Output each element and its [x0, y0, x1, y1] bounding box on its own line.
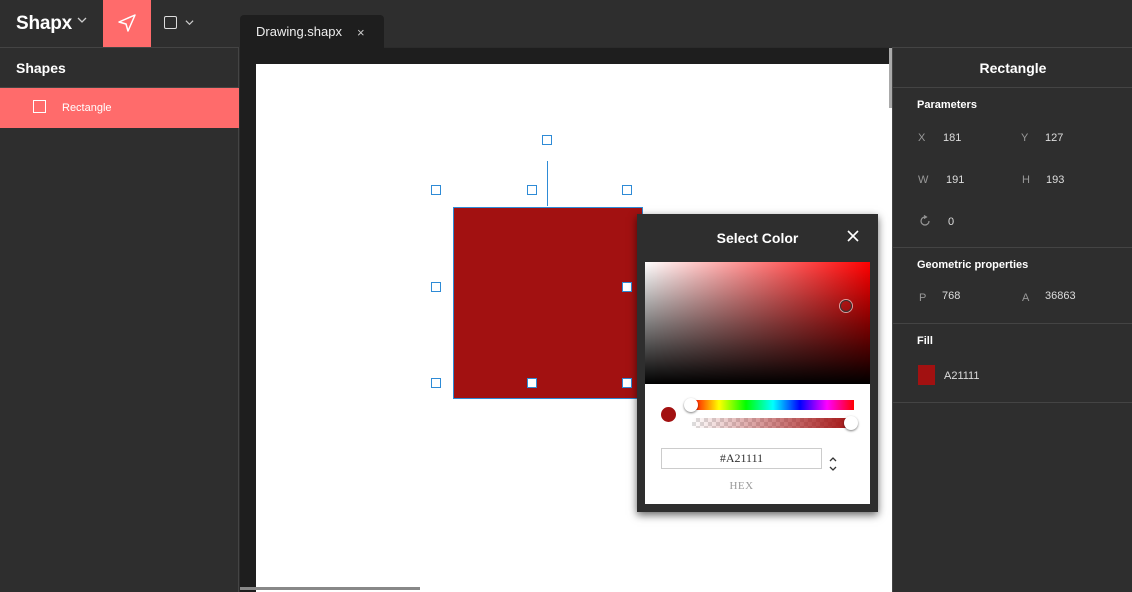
divider — [893, 402, 1132, 403]
shape-list-item-rectangle[interactable]: Rectangle — [0, 88, 239, 128]
send-icon — [118, 14, 136, 32]
resize-handle-sw[interactable] — [431, 378, 441, 388]
shapes-header: Shapes — [0, 47, 239, 88]
properties-title: Rectangle — [893, 47, 1132, 88]
fill-value[interactable]: A21111 — [944, 370, 979, 382]
y-label: Y — [1021, 132, 1029, 144]
a-label: A — [1022, 292, 1030, 304]
close-icon[interactable] — [846, 229, 860, 243]
w-value[interactable]: 191 — [946, 174, 964, 186]
geometric-title: Geometric properties — [917, 259, 1029, 271]
h-label: H — [1022, 174, 1030, 186]
color-picker-body: HEX — [645, 262, 870, 504]
resize-handle-s[interactable] — [527, 378, 537, 388]
w-label: W — [918, 174, 929, 186]
rotation-handle[interactable] — [542, 135, 552, 145]
a-value: 36863 — [1045, 290, 1076, 302]
hue-slider[interactable] — [692, 400, 854, 410]
shapes-panel: Shapes Rectangle — [0, 47, 239, 592]
x-label: X — [918, 132, 926, 144]
chevron-down-icon — [185, 20, 194, 26]
shape-tool-button[interactable] — [151, 0, 203, 47]
saturation-cursor[interactable] — [840, 300, 852, 312]
parameters-title: Parameters — [917, 99, 977, 111]
fill-title: Fill — [917, 335, 933, 347]
tab-label: Drawing.shapx — [256, 24, 342, 39]
color-picker-dialog: Select Color HEX — [637, 214, 878, 512]
alpha-slider[interactable] — [692, 418, 854, 428]
resize-handle-ne[interactable] — [622, 185, 632, 195]
resize-handle-w[interactable] — [431, 282, 441, 292]
select-tool-button[interactable] — [103, 0, 151, 47]
app-logo[interactable]: Shapx — [16, 13, 72, 35]
rectangle-shape[interactable] — [453, 207, 643, 399]
color-mode-label[interactable]: HEX — [645, 480, 838, 492]
x-value[interactable]: 181 — [943, 132, 961, 144]
current-color-preview — [661, 407, 676, 422]
divider — [893, 247, 1132, 248]
fill-color-swatch[interactable] — [918, 365, 935, 385]
hex-input[interactable] — [661, 448, 822, 469]
resize-handle-n[interactable] — [527, 185, 537, 195]
square-icon — [33, 100, 46, 113]
square-icon — [164, 16, 177, 29]
y-value[interactable]: 127 — [1045, 132, 1063, 144]
top-bar: Shapx Drawing.shapx × — [0, 0, 1132, 48]
h-value[interactable]: 193 — [1046, 174, 1064, 186]
stepper-icon[interactable] — [828, 456, 838, 472]
alpha-slider-knob[interactable] — [844, 416, 858, 430]
p-value: 768 — [942, 290, 961, 302]
divider — [893, 323, 1132, 324]
p-label: P — [919, 292, 927, 304]
rotation-value[interactable]: 0 — [948, 216, 954, 228]
rotation-line — [547, 161, 548, 206]
resize-handle-nw[interactable] — [431, 185, 441, 195]
resize-handle-se[interactable] — [622, 378, 632, 388]
tab-drawing[interactable]: Drawing.shapx × — [240, 15, 384, 48]
horizontal-scrollbar[interactable] — [240, 587, 420, 590]
properties-panel: Rectangle Parameters X 181 Y 127 W 191 H… — [892, 47, 1132, 592]
saturation-value-area[interactable] — [645, 262, 870, 384]
shape-item-label: Rectangle — [62, 102, 112, 114]
chevron-down-icon[interactable] — [77, 15, 87, 25]
shapes-title: Shapes — [16, 60, 66, 76]
tab-close-button[interactable]: × — [357, 25, 365, 40]
rotate-icon — [920, 215, 930, 226]
color-picker-title: Select Color — [716, 230, 799, 246]
resize-handle-e[interactable] — [622, 282, 632, 292]
hue-slider-knob[interactable] — [684, 398, 698, 412]
